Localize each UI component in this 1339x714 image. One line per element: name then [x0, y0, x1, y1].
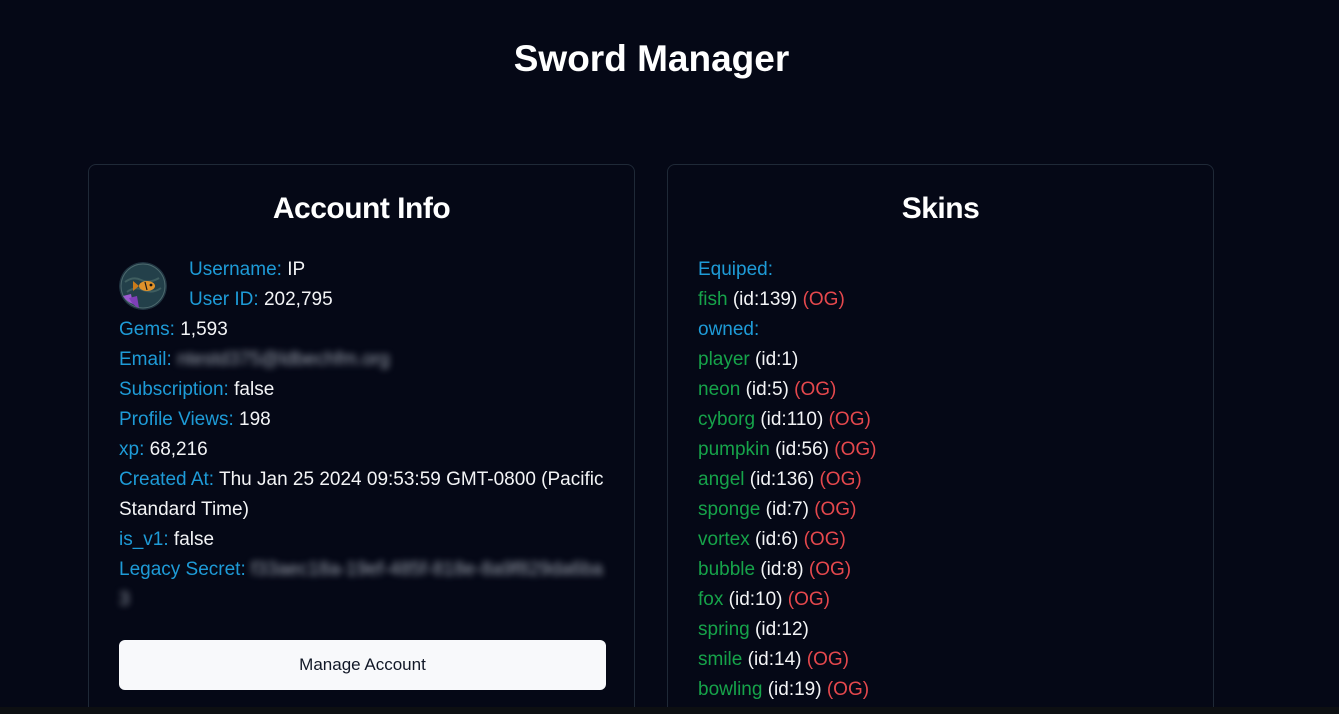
skin-list-item: neon (id:5) (OG) — [698, 375, 1183, 405]
skin-id: (id:56) — [775, 439, 829, 460]
skin-name: sponge — [698, 499, 761, 520]
skin-list-item: player (id:1) — [698, 345, 1183, 375]
account-info-card: Account Info Username: IP User ID: 202,7… — [88, 164, 635, 714]
og-tag: (OG) — [828, 409, 871, 430]
skin-id: (id:12) — [755, 619, 809, 640]
skin-list-item: bowling (id:19) (OG) — [698, 675, 1183, 705]
is-v1-label: is_v1: — [119, 529, 169, 550]
skin-id: (id:19) — [767, 679, 822, 700]
xp-label: xp: — [119, 439, 145, 460]
legacy-secret-row: Legacy Secret: f33aec18a-19ef-485f-818e-… — [119, 555, 604, 615]
skin-list-item: angel (id:136) (OG) — [698, 465, 1183, 495]
avatar — [119, 262, 167, 310]
gems-label: Gems: — [119, 319, 175, 340]
skin-list-item: vortex (id:6) (OG) — [698, 525, 1183, 555]
og-tag: (OG) — [794, 379, 837, 400]
fish-avatar-icon — [119, 262, 167, 310]
gems-value: 1,593 — [180, 319, 228, 340]
subscription-label: Subscription: — [119, 379, 229, 400]
bottom-bar — [0, 707, 1339, 714]
skin-id: (id:14) — [747, 649, 802, 670]
profile-views-label: Profile Views: — [119, 409, 234, 430]
skin-name: player — [698, 349, 750, 370]
subscription-value: false — [234, 379, 275, 400]
skin-id: (id:110) — [760, 409, 824, 430]
og-tag: (OG) — [808, 559, 852, 580]
skin-id: (id:1) — [755, 349, 799, 370]
skins-heading: Skins — [901, 192, 980, 225]
equipped-skin: fish (id:139) (OG) — [698, 285, 1183, 315]
owned-label: owned: — [698, 319, 760, 340]
legacy-secret-label: Legacy Secret: — [119, 559, 246, 580]
og-tag: (OG) — [802, 289, 845, 310]
og-tag: (OG) — [834, 439, 877, 460]
user-header: Username: IP User ID: 202,795 — [119, 255, 604, 315]
skin-id: (id:136) — [749, 469, 815, 490]
email-label: Email: — [119, 349, 172, 370]
skin-name: fish — [698, 289, 728, 310]
skins-card: Skins Equiped: fish (id:139) (OG) owned:… — [667, 164, 1214, 714]
account-info-heading: Account Info — [272, 192, 451, 225]
skin-id: (id:5) — [745, 379, 789, 400]
skin-list-item: sponge (id:7) (OG) — [698, 495, 1183, 525]
skin-name: cyborg — [698, 409, 756, 430]
equipped-label: Equiped: — [698, 259, 774, 280]
skin-id: (id:6) — [755, 529, 799, 550]
gems-row: Gems: 1,593 — [119, 315, 604, 345]
skin-name: fox — [698, 589, 724, 610]
og-tag: (OG) — [814, 499, 857, 520]
skin-list-item: spring (id:12) — [698, 615, 1183, 645]
email-value: ntestd375@ldbechfm.org — [177, 349, 390, 370]
is-v1-value: false — [173, 529, 215, 550]
email-row: Email: ntestd375@ldbechfm.org — [119, 345, 604, 375]
xp-row: xp: 68,216 — [119, 435, 604, 465]
skin-list-item: fox (id:10) (OG) — [698, 585, 1183, 615]
userid-label: User ID: — [189, 289, 259, 310]
username-row: Username: IP — [189, 255, 333, 285]
manage-account-button[interactable]: Manage Account — [119, 640, 606, 690]
username-value: IP — [287, 259, 306, 280]
og-tag: (OG) — [826, 679, 870, 700]
skin-id: (id:7) — [765, 499, 809, 520]
skin-name: angel — [698, 469, 745, 490]
page: Sword Manager Account Info Username: IP … — [0, 0, 1339, 714]
profile-views-row: Profile Views: 198 — [119, 405, 604, 435]
skin-list-item: bubble (id:8) (OG) — [698, 555, 1183, 585]
created-label: Created At: — [119, 469, 215, 490]
skin-name: bowling — [698, 679, 763, 700]
og-tag: (OG) — [803, 529, 846, 550]
userid-value: 202,795 — [263, 289, 333, 310]
subscription-row: Subscription: false — [119, 375, 604, 405]
og-tag: (OG) — [806, 649, 849, 670]
skin-id: (id:10) — [728, 589, 783, 610]
skin-id: (id:139) — [732, 289, 798, 310]
account-info-body: Username: IP User ID: 202,795 Gems: 1,59… — [119, 255, 604, 615]
skin-name: bubble — [698, 559, 756, 580]
userid-row: User ID: 202,795 — [189, 285, 333, 315]
og-tag: (OG) — [787, 589, 830, 610]
skin-name: smile — [698, 649, 743, 670]
skin-name: pumpkin — [698, 439, 770, 460]
skin-list-item: smile (id:14) (OG) — [698, 645, 1183, 675]
skin-name: neon — [698, 379, 741, 400]
og-tag: (OG) — [819, 469, 862, 490]
skin-name: vortex — [698, 529, 750, 550]
username-label: Username: — [189, 259, 282, 280]
skin-list-item: cyborg (id:110) (OG) — [698, 405, 1183, 435]
created-row: Created At: Thu Jan 25 2024 09:53:59 GMT… — [119, 465, 604, 525]
xp-value: 68,216 — [149, 439, 208, 460]
skin-id: (id:8) — [760, 559, 804, 580]
skins-body: Equiped: fish (id:139) (OG) owned: playe… — [698, 255, 1183, 705]
user-header-text: Username: IP User ID: 202,795 — [189, 255, 333, 315]
page-title: Sword Manager — [513, 38, 790, 79]
profile-views-value: 198 — [239, 409, 271, 430]
skin-list-item: pumpkin (id:56) (OG) — [698, 435, 1183, 465]
is-v1-row: is_v1: false — [119, 525, 604, 555]
skin-name: spring — [698, 619, 750, 640]
